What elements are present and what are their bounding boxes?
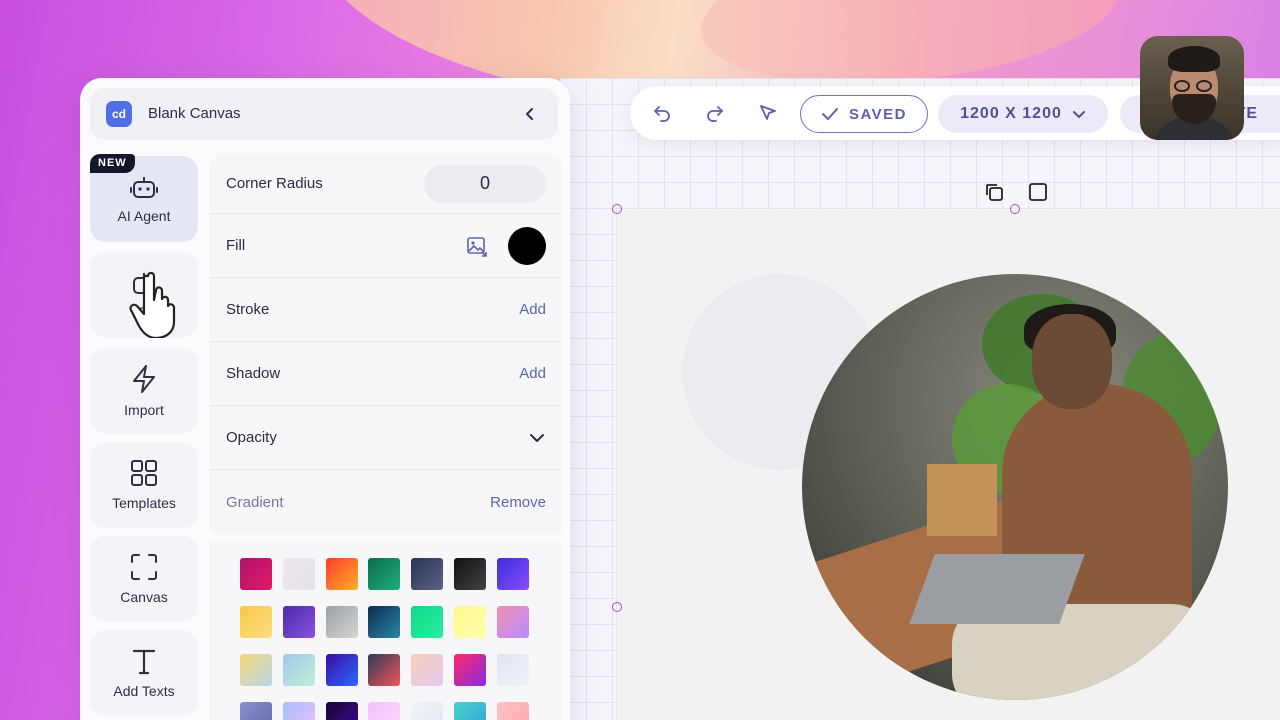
hand-cursor-icon [129,271,176,338]
gradient-swatch[interactable] [496,702,529,720]
panel-header: cd Blank Canvas [90,88,558,140]
gradient-swatch[interactable] [411,558,444,590]
gradient-swatch[interactable] [453,654,486,686]
fill-row: Fill [210,214,562,278]
gradient-swatch[interactable] [325,702,358,720]
properties-panel: Corner Radius 0 Fill Stroke Add Shadow A… [210,154,562,534]
opacity-row[interactable]: Opacity [210,406,562,470]
gradient-swatch[interactable] [325,558,358,590]
fill-color-swatch[interactable] [508,226,546,265]
chevron-left-icon[interactable] [520,104,540,124]
corner-radius-label: Corner Radius [226,175,323,192]
gradient-swatch[interactable] [240,558,272,590]
undo-icon[interactable] [650,101,674,125]
opacity-label: Opacity [226,429,277,446]
shadow-row: Shadow Add [210,342,562,406]
gradient-swatch[interactable] [325,606,358,638]
nav-label: Import [124,402,164,418]
gradient-swatch[interactable] [240,606,272,638]
gradient-swatch[interactable] [453,702,486,720]
corner-radius-row: Corner Radius 0 [210,154,562,214]
gradient-swatch[interactable] [282,654,315,686]
canvas-tools [982,180,1050,204]
chevron-down-icon[interactable] [528,429,546,447]
canvas-size-dropdown[interactable]: 1200 X 1200 [938,95,1108,133]
new-badge: NEW [90,154,135,173]
nav-add-texts[interactable]: Add Texts [90,630,198,716]
remove-gradient-button[interactable]: Remove [490,494,546,511]
editor-panel: cd Blank Canvas AI Agent NEW T Import Te… [80,78,570,720]
duplicate-icon[interactable] [982,180,1006,204]
gradient-swatch[interactable] [240,702,272,720]
resize-handle[interactable] [612,204,622,214]
nav-import[interactable]: Import [90,348,198,434]
gradient-swatch[interactable] [282,702,315,720]
nav-templates[interactable]: Templates [90,442,198,528]
gradient-swatch[interactable] [496,654,529,686]
gradient-swatch[interactable] [240,654,272,686]
pointer-icon[interactable] [756,101,780,125]
robot-icon [130,177,158,198]
shadow-label: Shadow [226,365,281,382]
lightning-icon [133,365,155,393]
fill-controls [466,226,546,265]
gradient-swatch[interactable] [496,558,529,590]
stroke-label: Stroke [226,301,270,318]
resize-handle[interactable] [612,602,622,612]
text-icon [132,649,156,675]
check-icon [821,108,838,120]
saved-button[interactable]: SAVED [800,95,928,133]
gradient-label: Gradient [226,493,284,511]
resize-handle[interactable] [1010,204,1020,214]
nav-label: Templates [112,495,176,511]
nav-canvas[interactable]: Canvas [90,536,198,622]
gradient-swatch[interactable] [411,702,444,720]
frame-icon [131,554,157,580]
stroke-row: Stroke Add [210,278,562,342]
canvas-size-label: 1200 X 1200 [960,105,1062,122]
gradient-swatch[interactable] [282,606,315,638]
image-fill-icon[interactable] [466,235,488,257]
nav-label: Canvas [120,589,168,605]
gradient-row: Gradient Remove [210,470,562,534]
redo-icon[interactable] [703,101,727,125]
gradient-swatch[interactable] [453,558,486,590]
gradient-swatch[interactable] [453,606,486,638]
gradient-swatch[interactable] [411,606,444,638]
gradient-swatch[interactable] [368,558,401,590]
webcam-overlay [1140,36,1244,140]
fill-label: Fill [226,237,246,254]
gradient-swatch-grid [210,540,562,720]
gradient-swatch[interactable] [325,654,358,686]
gradient-swatch[interactable] [368,606,401,638]
gradient-swatch[interactable] [368,702,401,720]
grid-icon [131,460,157,486]
add-stroke-button[interactable]: Add [519,301,546,318]
circle-photo-image[interactable] [802,274,1228,700]
gradient-swatch[interactable] [411,654,444,686]
app-logo: cd [106,101,132,127]
gradient-swatch[interactable] [282,558,315,590]
add-shadow-button[interactable]: Add [519,365,546,382]
square-icon[interactable] [1026,180,1050,204]
nav-label: AI Agent [117,208,171,224]
corner-radius-input[interactable]: 0 [424,164,546,203]
gradient-swatch[interactable] [496,606,529,638]
saved-label: SAVED [848,105,908,123]
gradient-swatch[interactable] [368,654,401,686]
document-title[interactable]: Blank Canvas [148,105,241,122]
nav-label: Add Texts [113,683,175,699]
chevron-down-icon [1072,111,1085,118]
